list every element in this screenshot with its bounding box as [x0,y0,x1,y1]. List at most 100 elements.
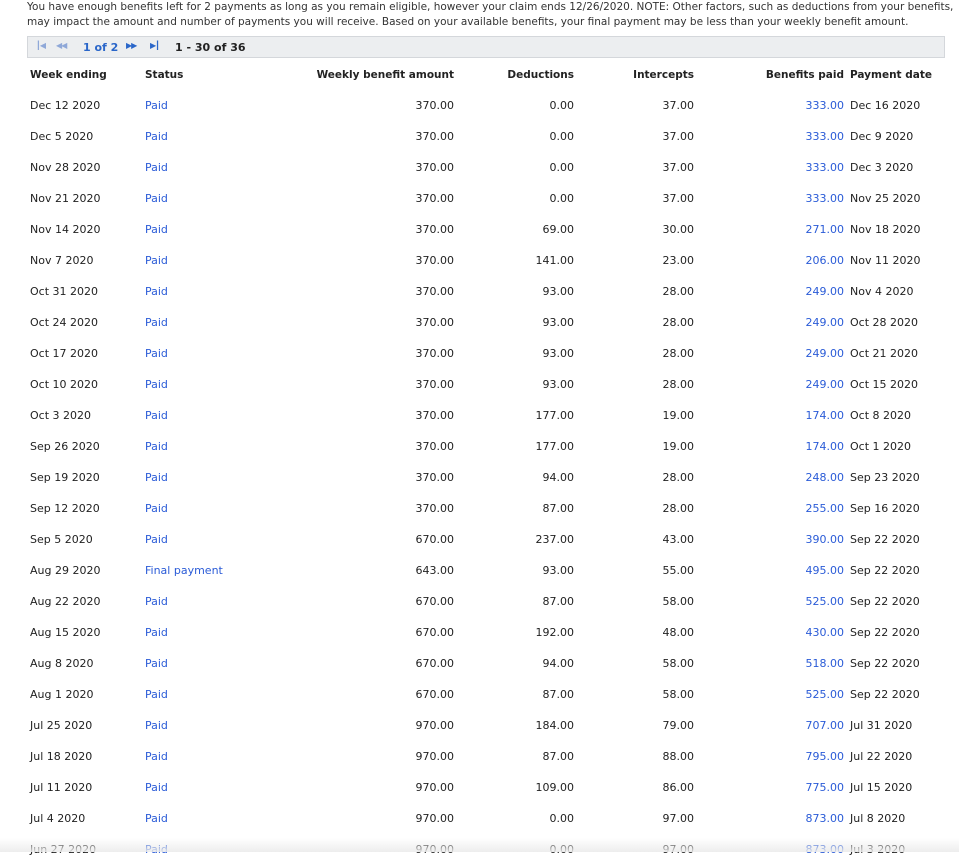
weekly-benefit-amount-cell: 370.00 [415,99,455,112]
deductions-cell: 0.00 [549,812,575,825]
benefits-paid-link[interactable]: 795.00 [806,750,845,763]
benefits-paid-link[interactable]: 271.00 [806,223,845,236]
benefits-paid-link[interactable]: 333.00 [806,130,845,143]
intercepts-cell: 28.00 [662,502,695,515]
last-page-icon[interactable]: ▶┃ [150,41,160,50]
first-page-icon[interactable]: ┃◀ [36,41,46,50]
status-link[interactable]: Paid [145,347,168,360]
intercepts-cell: 43.00 [662,533,695,546]
status-link[interactable]: Paid [145,440,168,453]
benefits-paid-link[interactable]: 775.00 [806,781,845,794]
benefits-paid-link[interactable]: 333.00 [806,192,845,205]
next-page-icon[interactable]: ▶▶ [126,41,137,50]
page-indicator: 1 of 2 [83,41,119,54]
status-link[interactable]: Paid [145,378,168,391]
status-link[interactable]: Paid [145,812,168,825]
week-ending-cell: Sep 12 2020 [30,502,100,515]
pagination-bar: ┃◀ ◀◀ 1 of 2 ▶▶ ▶┃ 1 - 30 of 36 [27,36,945,58]
table-row: Dec 12 2020 Paid 370.00 0.00 37.00 333.00 Dec … [0,90,959,121]
status-link[interactable]: Paid [145,688,168,701]
status-link[interactable]: Paid [145,750,168,763]
table-row: Jul 18 2020 Paid 970.00 87.00 88.00 795.00 Jul… [0,741,959,772]
status-link[interactable]: Paid [145,533,168,546]
benefits-paid-link[interactable]: 206.00 [806,254,845,267]
payment-date-cell: Nov 25 2020 [850,192,921,205]
benefits-paid-link[interactable]: 873.00 [806,812,845,825]
week-ending-cell: Aug 1 2020 [30,688,94,701]
status-link[interactable]: Paid [145,285,168,298]
benefits-paid-link[interactable]: 249.00 [806,316,845,329]
deductions-cell: 177.00 [535,409,575,422]
benefits-paid-link[interactable]: 248.00 [806,471,845,484]
deductions-cell: 109.00 [535,781,575,794]
intercepts-cell: 28.00 [662,378,695,391]
intercepts-cell: 37.00 [662,161,695,174]
status-link[interactable]: Paid [145,99,168,112]
table-row: Jul 11 2020 Paid 970.00 109.00 86.00 775.00 Ju… [0,772,959,803]
status-link[interactable]: Paid [145,502,168,515]
payment-date-cell: Jul 15 2020 [850,781,913,794]
status-link[interactable]: Paid [145,626,168,639]
status-link[interactable]: Final payment [145,564,223,577]
intercepts-cell: 97.00 [662,812,695,825]
intercepts-cell: 37.00 [662,192,695,205]
weekly-benefit-amount-cell: 370.00 [415,471,455,484]
intercepts-cell: 30.00 [662,223,695,236]
payment-date-cell: Nov 11 2020 [850,254,921,267]
benefits-paid-link[interactable]: 174.00 [806,440,845,453]
status-link[interactable]: Paid [145,471,168,484]
benefits-paid-link[interactable]: 249.00 [806,285,845,298]
payment-date-cell: Sep 22 2020 [850,533,920,546]
payment-date-cell: Jul 22 2020 [850,750,913,763]
table-row: Aug 8 2020 Paid 670.00 94.00 58.00 518.00 Sep … [0,648,959,679]
deductions-cell: 184.00 [535,719,575,732]
status-link[interactable]: Paid [145,781,168,794]
weekly-benefit-amount-cell: 370.00 [415,285,455,298]
deductions-cell: 87.00 [542,688,575,701]
benefits-paid-link[interactable]: 390.00 [806,533,845,546]
table-row: Aug 15 2020 Paid 670.00 192.00 48.00 430.00 Se… [0,617,959,648]
table-row: Nov 28 2020 Paid 370.00 0.00 37.00 333.00 Dec … [0,152,959,183]
header-payment-date: Payment date [850,69,932,81]
week-ending-cell: Jul 18 2020 [30,750,93,763]
benefits-paid-link[interactable]: 525.00 [806,688,845,701]
deductions-cell: 141.00 [535,254,575,267]
benefits-paid-link[interactable]: 255.00 [806,502,845,515]
benefits-paid-link[interactable]: 333.00 [806,99,845,112]
status-link[interactable]: Paid [145,595,168,608]
benefits-paid-link[interactable]: 525.00 [806,595,845,608]
table-row: Aug 1 2020 Paid 670.00 87.00 58.00 525.00 Sep … [0,679,959,710]
table-row: Nov 7 2020 Paid 370.00 141.00 23.00 206.00 Nov… [0,245,959,276]
status-link[interactable]: Paid [145,254,168,267]
benefits-paid-link[interactable]: 249.00 [806,347,845,360]
weekly-benefit-amount-cell: 370.00 [415,440,455,453]
status-link[interactable]: Paid [145,192,168,205]
week-ending-cell: Nov 14 2020 [30,223,101,236]
status-link[interactable]: Paid [145,719,168,732]
status-link[interactable]: Paid [145,409,168,422]
payment-date-cell: Sep 22 2020 [850,564,920,577]
table-row: Oct 10 2020 Paid 370.00 93.00 28.00 249.00 Oct… [0,369,959,400]
week-ending-cell: Oct 17 2020 [30,347,99,360]
benefits-paid-link[interactable]: 174.00 [806,409,845,422]
benefits-paid-link[interactable]: 249.00 [806,378,845,391]
status-link[interactable]: Paid [145,161,168,174]
status-link[interactable]: Paid [145,316,168,329]
benefits-paid-link[interactable]: 707.00 [806,719,845,732]
benefits-paid-link[interactable]: 495.00 [806,564,845,577]
intercepts-cell: 28.00 [662,316,695,329]
deductions-cell: 93.00 [542,564,575,577]
weekly-benefit-amount-cell: 370.00 [415,254,455,267]
status-link[interactable]: Paid [145,657,168,670]
benefits-paid-link[interactable]: 518.00 [806,657,845,670]
weekly-benefit-amount-cell: 370.00 [415,409,455,422]
intercepts-cell: 48.00 [662,626,695,639]
benefits-paid-link[interactable]: 430.00 [806,626,845,639]
status-link[interactable]: Paid [145,223,168,236]
intercepts-cell: 88.00 [662,750,695,763]
deductions-cell: 0.00 [549,192,575,205]
status-link[interactable]: Paid [145,130,168,143]
week-ending-cell: Aug 8 2020 [30,657,94,670]
benefits-paid-link[interactable]: 333.00 [806,161,845,174]
previous-page-icon[interactable]: ◀◀ [56,41,67,50]
